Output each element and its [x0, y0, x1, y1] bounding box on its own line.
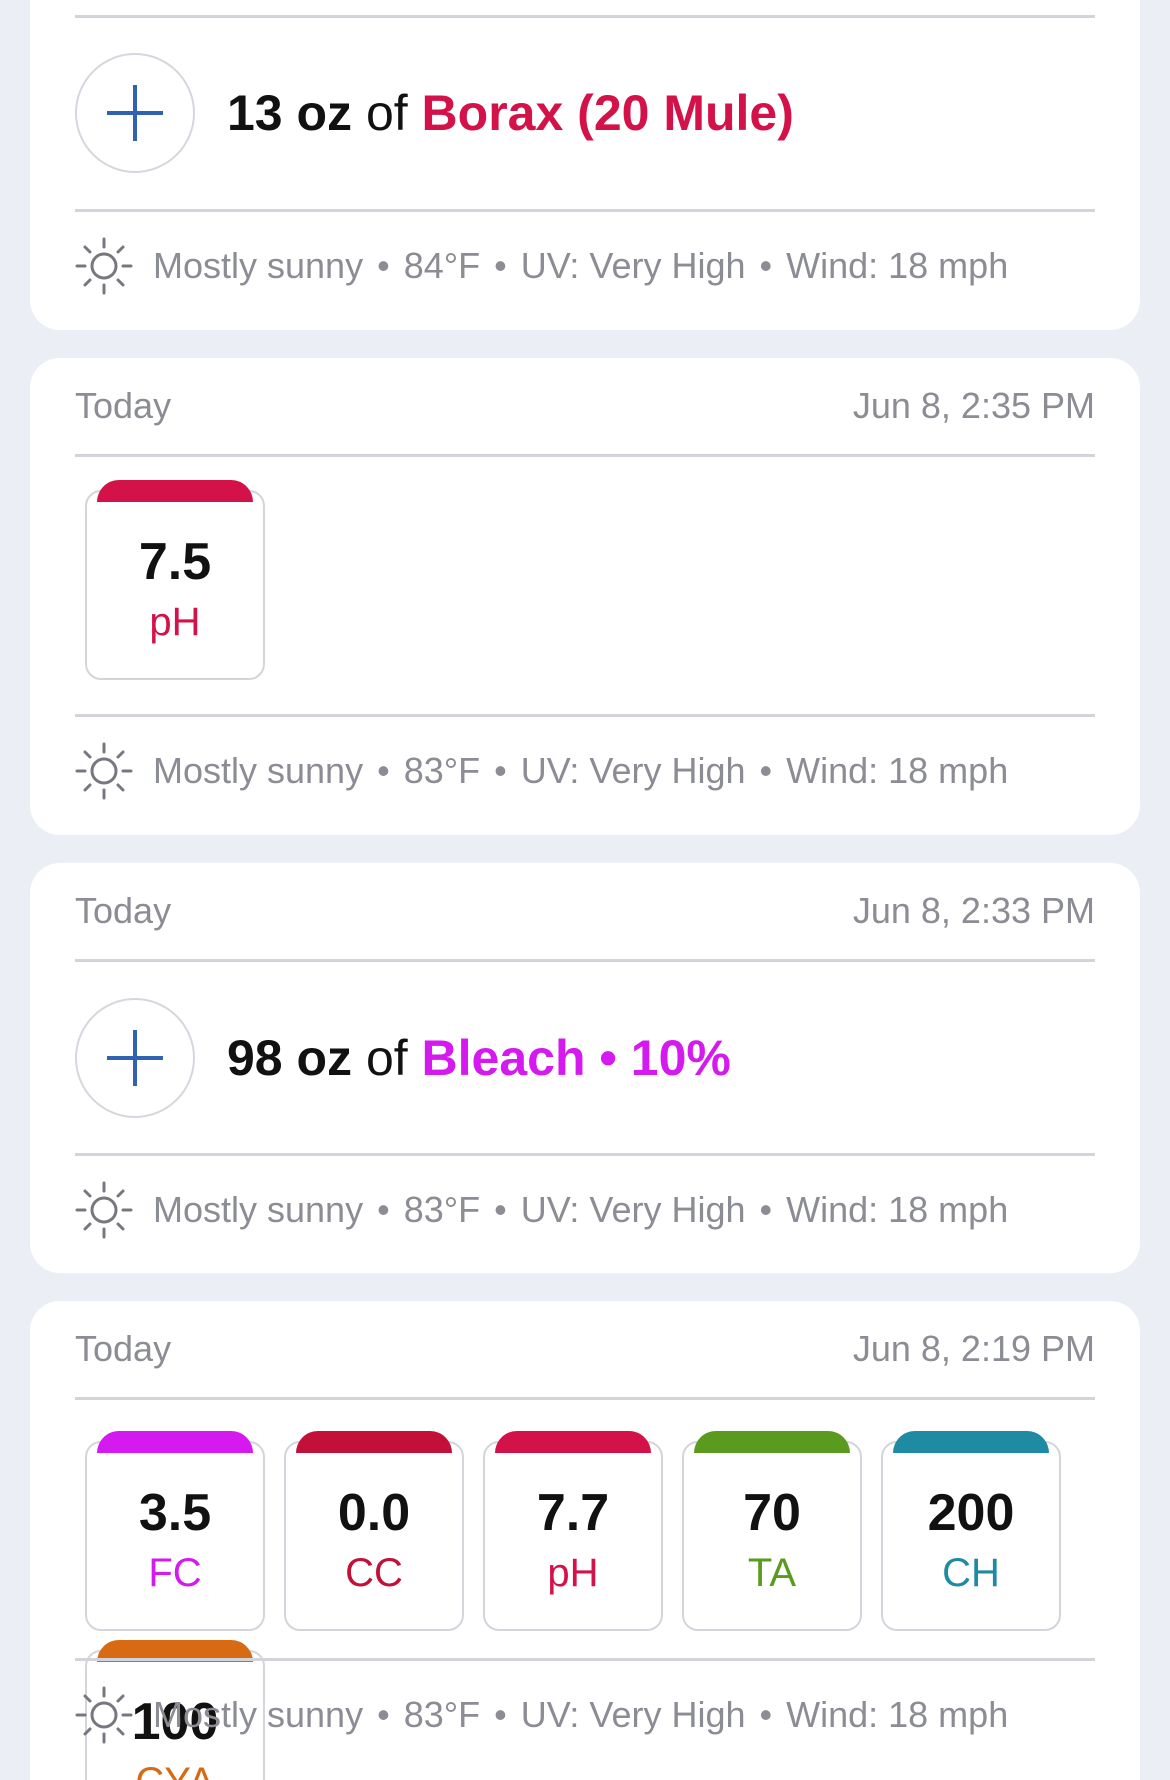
weather-row: Mostly sunny • 83°F • UV: Very High • Wi…	[75, 714, 1095, 824]
separator: •	[759, 1188, 773, 1230]
sun-icon	[75, 237, 133, 294]
separator: •	[759, 1693, 773, 1735]
timestamp: Jun 8, 2:33 PM	[852, 890, 1095, 931]
sun-icon	[75, 1181, 133, 1238]
weather-wind: Wind: 18 mph	[786, 1693, 1009, 1735]
reading-tile-ta[interactable]: 70 TA	[682, 1431, 862, 1631]
weather-row: Mostly sunny • 84°F • UV: Very High • Wi…	[75, 209, 1095, 319]
card-header: Today Jun 8, 2:33 PM	[75, 863, 1095, 962]
separator: •	[494, 244, 507, 286]
card-header: Today Jun 8, 2:19 PM	[75, 1301, 1095, 1400]
reading-label: pH	[547, 1551, 599, 1595]
reading-value: 70	[743, 1484, 801, 1542]
reading-value: 3.5	[138, 1484, 212, 1542]
reading-tile-ch[interactable]: 200 CH	[881, 1431, 1061, 1631]
weather-uv: UV: Very High	[520, 1188, 746, 1230]
reading-tile-ph[interactable]: 7.7 pH	[483, 1431, 663, 1631]
weather-temp: 83°F	[403, 1188, 481, 1230]
weather-temp: 83°F	[403, 1693, 481, 1735]
separator: •	[494, 1693, 507, 1735]
reading-label: pH	[149, 600, 201, 644]
chemical-name: Borax (20 Mule)	[421, 85, 794, 141]
reading-label: TA	[747, 1551, 797, 1595]
card-header: Today Jun 8, 2:35 PM	[75, 358, 1095, 457]
weather-row: Mostly sunny • 83°F • UV: Very High • Wi…	[75, 1153, 1095, 1263]
separator: •	[377, 1188, 390, 1230]
separator: •	[759, 749, 773, 791]
day-label: Today	[75, 1328, 172, 1369]
addition-text: 13 oz of Borax (20 Mule)	[227, 84, 794, 142]
chemical-name: Bleach • 10%	[421, 1030, 731, 1086]
separator: •	[377, 749, 390, 791]
log-card-borax[interactable]: 13 oz of Borax (20 Mule) Mostly sunny • …	[30, 0, 1140, 330]
weather-temp: 83°F	[403, 749, 481, 791]
addition-row: 13 oz of Borax (20 Mule)	[75, 53, 1095, 173]
tile-color-tab	[694, 1431, 850, 1453]
reading-value: 7.7	[536, 1484, 610, 1542]
weather-uv: UV: Very High	[520, 1693, 746, 1735]
log-card-readings[interactable]: Today Jun 8, 2:19 PM 3.5 FC 0.0 CC 7.7 p…	[30, 1301, 1140, 1780]
reading-value: 7.5	[138, 533, 212, 591]
addition-row: 98 oz of Bleach • 10%	[75, 998, 1095, 1118]
add-chemical-button[interactable]	[75, 53, 195, 173]
reading-value: 0.0	[337, 1484, 411, 1542]
weather-wind: Wind: 18 mph	[786, 1188, 1009, 1230]
reading-label: CH	[942, 1551, 1000, 1595]
separator: •	[494, 749, 507, 791]
tile-color-tab	[893, 1431, 1049, 1453]
separator: •	[377, 244, 390, 286]
reading-tile-fc[interactable]: 3.5 FC	[85, 1431, 265, 1631]
weather-condition: Mostly sunny	[153, 1693, 364, 1735]
log-card-bleach[interactable]: Today Jun 8, 2:33 PM 98 oz of Bleach • 1…	[30, 863, 1140, 1273]
separator: •	[494, 1188, 507, 1230]
separator: •	[759, 244, 773, 286]
weather-condition: Mostly sunny	[153, 244, 364, 286]
sun-icon	[75, 742, 133, 799]
weather-row: Mostly sunny • 83°F • UV: Very High • Wi…	[75, 1658, 1095, 1768]
addition-amount: 98 oz	[227, 1030, 353, 1086]
plus-icon	[107, 85, 163, 141]
tile-color-tab	[495, 1431, 651, 1453]
day-label: Today	[75, 385, 172, 426]
weather-temp: 84°F	[403, 244, 481, 286]
addition-amount: 13 oz	[227, 85, 353, 141]
addition-text: 98 oz of Bleach • 10%	[227, 1029, 731, 1087]
reading-label: FC	[148, 1551, 202, 1595]
day-label: Today	[75, 890, 172, 931]
of-word: of	[352, 85, 422, 141]
reading-tile-ph[interactable]: 7.5 pH	[85, 480, 265, 680]
plus-icon	[107, 1030, 163, 1086]
log-card-reading-ph[interactable]: Today Jun 8, 2:35 PM 7.5 pH Mostly sunny…	[30, 358, 1140, 835]
weather-uv: UV: Very High	[520, 244, 746, 286]
readings-grid: 7.5 pH	[85, 480, 1095, 680]
sun-icon	[75, 1686, 133, 1743]
divider	[75, 15, 1095, 18]
timestamp: Jun 8, 2:19 PM	[852, 1328, 1095, 1369]
tile-color-tab	[97, 1431, 253, 1453]
timestamp: Jun 8, 2:35 PM	[852, 385, 1095, 426]
weather-wind: Wind: 18 mph	[786, 244, 1009, 286]
reading-value: 200	[927, 1484, 1015, 1542]
tile-color-tab	[97, 480, 253, 502]
tile-color-tab	[296, 1431, 452, 1453]
weather-wind: Wind: 18 mph	[786, 749, 1009, 791]
of-word: of	[352, 1030, 422, 1086]
weather-condition: Mostly sunny	[153, 749, 364, 791]
add-chemical-button[interactable]	[75, 998, 195, 1118]
reading-tile-cc[interactable]: 0.0 CC	[284, 1431, 464, 1631]
reading-label: CC	[345, 1551, 403, 1595]
weather-uv: UV: Very High	[520, 749, 746, 791]
weather-condition: Mostly sunny	[153, 1188, 364, 1230]
separator: •	[377, 1693, 390, 1735]
